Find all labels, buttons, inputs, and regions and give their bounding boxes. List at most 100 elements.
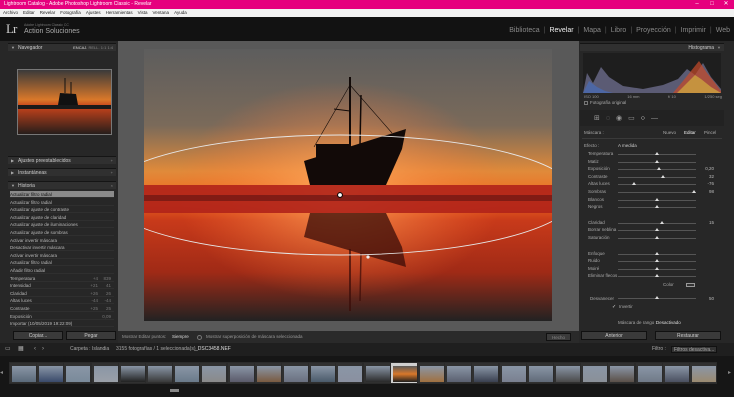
copy-button[interactable]: Copiar...: [13, 331, 63, 340]
add-preset-icon[interactable]: +: [111, 157, 113, 165]
history-item[interactable]: Claridad +26 26: [10, 290, 114, 297]
add-snapshot-icon[interactable]: +: [111, 169, 113, 177]
module-5[interactable]: Imprimir: [681, 27, 706, 34]
filmstrip-thumb[interactable]: [199, 362, 228, 384]
histogram-header[interactable]: Histograma ▼: [580, 43, 724, 51]
history-item[interactable]: Actualizar ajuste de iluminaciones: [10, 221, 114, 229]
filmstrip-thumb[interactable]: [444, 362, 473, 384]
history-item[interactable]: Actualizar filtro radial: [10, 191, 114, 198]
menu-ventana[interactable]: Ventana: [153, 9, 170, 17]
original-photo-checkbox[interactable]: [584, 101, 588, 105]
done-button[interactable]: Hecho: [545, 333, 571, 341]
mask-show-select[interactable]: Siempre: [172, 331, 189, 343]
filmstrip-thumb[interactable]: [145, 362, 173, 384]
spot-removal-tool-icon[interactable]: ◌: [606, 115, 610, 122]
slider-knob[interactable]: [655, 259, 659, 263]
history-item[interactable]: Activar invertir máscara: [10, 252, 114, 259]
filmstrip-thumb[interactable]: [226, 362, 255, 384]
slider-knob[interactable]: [655, 274, 659, 278]
filmstrip-thumb[interactable]: [634, 362, 663, 384]
slider-knob[interactable]: [660, 220, 665, 224]
module-3[interactable]: Libro: [611, 27, 627, 34]
menu-fotografia[interactable]: Fotografía: [60, 9, 81, 17]
mask-brush[interactable]: Pincel: [704, 130, 716, 135]
reset-button[interactable]: Restaurar: [655, 331, 721, 340]
zoom-fit[interactable]: ENCAJ.: [73, 45, 87, 50]
filmstrip-thumb[interactable]: [417, 362, 445, 384]
maximize-button[interactable]: □: [705, 0, 719, 9]
filmstrip-thumb[interactable]: [36, 362, 65, 384]
filmstrip-thumb[interactable]: [471, 362, 500, 384]
close-button[interactable]: ✕: [719, 0, 733, 9]
snapshots-header[interactable]: ▶ Instantáneas +: [8, 168, 116, 176]
navigator-header[interactable]: ▼ Navegador ENCAJ. RELL. 1:1 1:4: [8, 43, 116, 51]
zoom-options[interactable]: ENCAJ. RELL. 1:1 1:4: [73, 44, 113, 52]
history-item[interactable]: Actualizar filtro radial: [10, 199, 114, 206]
filmstrip-left-arrow-icon[interactable]: ◂: [0, 362, 6, 384]
filmstrip-thumb[interactable]: [253, 362, 282, 384]
slider-knob[interactable]: [655, 197, 659, 201]
filter-select[interactable]: Filtros desactiva...: [671, 346, 718, 353]
history-item[interactable]: Añadir filtro radial: [10, 267, 114, 274]
radial-filter-icon[interactable]: ○: [641, 115, 645, 122]
zoom-fill[interactable]: RELL.: [89, 45, 100, 50]
filmstrip-right-arrow-icon[interactable]: ▸: [728, 362, 734, 384]
filmstrip-thumb[interactable]: [498, 362, 527, 384]
history-item[interactable]: Altas luces -44 -44: [10, 297, 114, 305]
back-arrow-icon[interactable]: ‹: [34, 343, 36, 356]
module-6[interactable]: Web: [716, 27, 730, 34]
module-4[interactable]: Proyección: [636, 27, 671, 34]
filmstrip-thumb[interactable]: [525, 362, 554, 384]
menu-ayuda[interactable]: Ayuda: [174, 9, 187, 17]
slider-knob[interactable]: [655, 266, 659, 270]
filmstrip-thumb[interactable]: [389, 362, 418, 384]
filmstrip-thumb[interactable]: [362, 362, 391, 384]
module-1[interactable]: Revelar: [549, 27, 573, 34]
zoom-1-4[interactable]: 1:4: [107, 45, 113, 50]
filmstrip-thumb[interactable]: [553, 362, 581, 384]
color-swatch[interactable]: [686, 283, 695, 287]
invert-checkbox[interactable]: ✓: [612, 304, 616, 310]
slider-knob[interactable]: [655, 205, 659, 209]
range-mask-select[interactable]: Desactivado: [656, 320, 681, 325]
crop-tool-icon[interactable]: ⊞: [594, 114, 600, 122]
history-item[interactable]: Actualizar filtro radial: [10, 259, 114, 267]
effect-select[interactable]: A medida: [618, 143, 637, 148]
history-item[interactable]: Desactivar invertir máscara: [10, 244, 114, 252]
history-item[interactable]: Intensidad +21 41: [10, 282, 114, 290]
presets-header[interactable]: ▶ Ajustes preestablecidos +: [8, 156, 116, 164]
slider-knob[interactable]: [657, 167, 662, 171]
slider-knob[interactable]: [655, 228, 659, 232]
clear-history-icon[interactable]: ×: [111, 182, 113, 190]
redeye-tool-icon[interactable]: ◉: [616, 114, 622, 122]
navigator-thumbnail[interactable]: [17, 69, 112, 135]
zoom-1-1[interactable]: 1:1: [101, 45, 107, 50]
slider-knob[interactable]: [631, 182, 636, 186]
menu-archivo[interactable]: Archivo: [3, 9, 18, 17]
slider-knob[interactable]: [661, 174, 666, 178]
menu-herramientas[interactable]: Herramientas: [106, 9, 133, 17]
history-item[interactable]: Importar (10/05/2019 19:22:09): [10, 320, 114, 328]
feather-slider-knob[interactable]: [655, 296, 659, 299]
module-0[interactable]: Biblioteca: [509, 27, 539, 34]
menu-ajustes[interactable]: Ajustes: [86, 9, 101, 17]
history-item[interactable]: Exposición 0,09: [10, 313, 114, 320]
slider-track[interactable]: [618, 222, 696, 224]
menu-editar[interactable]: Editar: [23, 9, 35, 17]
menu-vista[interactable]: Vista: [138, 9, 148, 17]
filmstrip-thumb[interactable]: [689, 362, 717, 384]
grid-icon[interactable]: ▦: [18, 343, 24, 356]
history-item[interactable]: Actualizar ajuste de claridad: [10, 214, 114, 221]
mask-new[interactable]: Nuevo: [663, 130, 676, 135]
forward-arrow-icon[interactable]: ›: [42, 343, 44, 356]
previous-button[interactable]: Anterior: [581, 331, 647, 340]
minimize-button[interactable]: –: [690, 0, 704, 9]
history-item[interactable]: Temperatura +4 839: [10, 275, 114, 282]
slider-track[interactable]: [618, 176, 696, 178]
menu-revelar[interactable]: Revelar: [40, 9, 56, 17]
slider-knob[interactable]: [655, 236, 659, 239]
history-item[interactable]: Actualizar ajuste de contraste: [10, 206, 114, 214]
adjustment-brush-icon[interactable]: —: [651, 115, 658, 122]
module-2[interactable]: Mapa: [583, 27, 601, 34]
history-item[interactable]: Actualizar ajuste de sombras: [10, 229, 114, 236]
